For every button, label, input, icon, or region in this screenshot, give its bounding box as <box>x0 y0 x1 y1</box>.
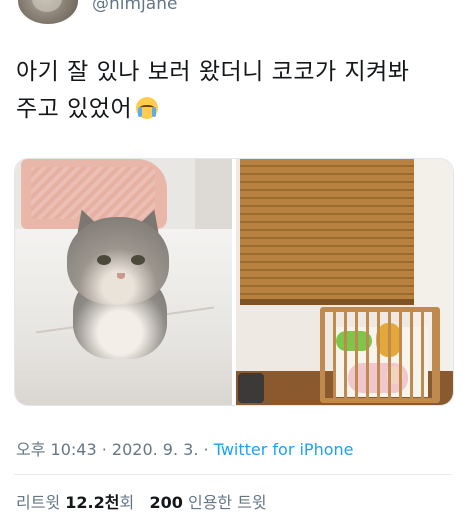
cat-head <box>67 217 169 305</box>
tweet-time[interactable]: 오후 10:43 <box>16 440 97 459</box>
meta-separator: · <box>96 440 112 459</box>
cat-eye-right <box>131 255 145 265</box>
wooden-crib <box>320 307 440 403</box>
tweet-source-link[interactable]: Twitter for iPhone <box>214 440 354 459</box>
retweet-count[interactable]: 12.2천 <box>65 493 119 512</box>
quote-label[interactable]: 인용한 트윗 <box>188 493 267 512</box>
tweet-text-line-1: 아기 잘 있나 보러 왔더니 코코가 지켜봐 <box>16 59 410 85</box>
divider <box>14 474 452 475</box>
tweet-meta: 오후 10:43 · 2020. 9. 3. · Twitter for iPh… <box>16 436 354 460</box>
tweet-media-grid <box>14 158 454 406</box>
tweet-stats: 리트윗 12.2천회 200 인용한 트윗 <box>16 489 267 513</box>
avatar[interactable] <box>18 0 78 24</box>
meta-separator: · <box>198 440 214 459</box>
retweet-suffix: 회 <box>119 493 135 512</box>
retweet-label: 리트윗 <box>16 493 61 512</box>
tweet-date[interactable]: 2020. 9. 3. <box>112 440 199 459</box>
cat-nose <box>117 273 125 279</box>
user-handle[interactable]: @nimjane <box>92 0 177 14</box>
tweet-text-line-2: 주고 있었어 <box>16 96 133 122</box>
loudly-crying-face-icon <box>136 97 159 119</box>
tweet-text: 아기 잘 있나 보러 왔더니 코코가 지켜봐 주고 있었어 <box>16 54 456 128</box>
stroller <box>238 373 264 403</box>
cat-eye-left <box>97 255 111 265</box>
photo-baby-in-crib[interactable] <box>236 159 453 405</box>
window-blinds <box>240 159 414 305</box>
tweet-header: @nimjane <box>0 0 463 28</box>
quote-count[interactable]: 200 <box>149 493 182 512</box>
photo-cat-in-bassinet[interactable] <box>15 159 232 405</box>
